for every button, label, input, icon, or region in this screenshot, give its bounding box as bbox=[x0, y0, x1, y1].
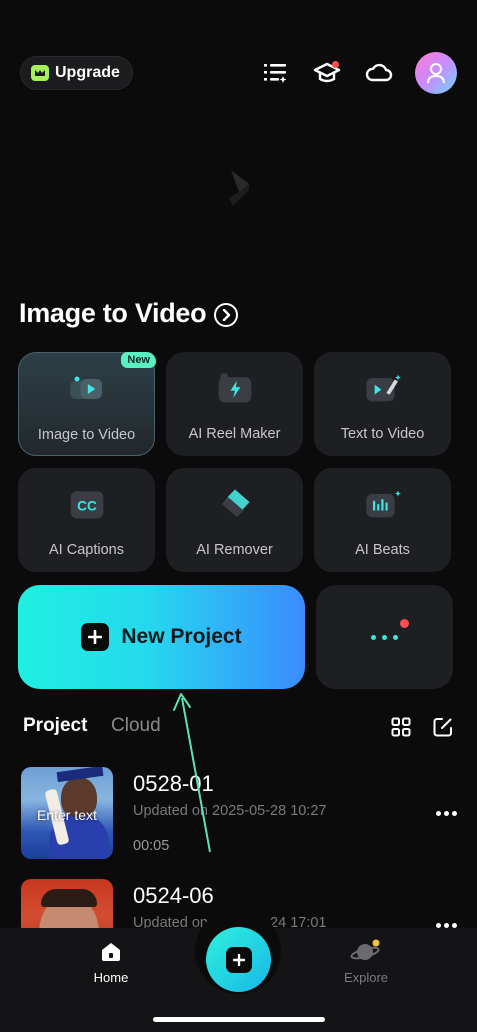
project-title: 0528-01 bbox=[133, 771, 214, 796]
nav-explore[interactable]: Explore bbox=[340, 938, 392, 985]
tool-ai-beats[interactable]: AI Beats bbox=[314, 468, 451, 572]
more-dot bbox=[393, 634, 398, 640]
top-icons bbox=[259, 52, 457, 94]
chevron-right-icon bbox=[214, 302, 239, 327]
more-tools-button[interactable] bbox=[316, 585, 453, 689]
notification-dot bbox=[332, 61, 339, 68]
home-icon bbox=[102, 943, 120, 961]
plus-icon bbox=[81, 623, 110, 651]
svg-text:CC: CC bbox=[77, 498, 97, 513]
section-title[interactable]: Image to Video bbox=[19, 298, 239, 329]
notification-dot bbox=[400, 619, 409, 628]
project-thumbnail: Enter text bbox=[21, 767, 113, 859]
tool-ai-remover[interactable]: AI Remover bbox=[166, 468, 303, 572]
thumbnail-text: Enter text bbox=[37, 807, 97, 823]
beats-icon bbox=[363, 484, 403, 524]
grid-view-icon[interactable] bbox=[391, 717, 411, 742]
new-project-label: New Project bbox=[121, 625, 242, 648]
image-to-video-icon bbox=[67, 369, 107, 409]
plus-icon bbox=[225, 946, 252, 973]
tool-label: AI Remover bbox=[196, 542, 273, 558]
tools-grid: New Image to Video AI Reel Maker Text to… bbox=[18, 352, 452, 572]
nav-home[interactable]: Home bbox=[92, 940, 130, 985]
project-duration: 00:05 bbox=[133, 838, 170, 854]
edit-icon[interactable] bbox=[433, 717, 453, 742]
tool-image-to-video[interactable]: New Image to Video bbox=[18, 352, 156, 456]
app-logo-icon bbox=[225, 168, 255, 208]
project-updated: Updated on 2025-05-28 10:27 bbox=[133, 803, 327, 819]
tool-label: AI Reel Maker bbox=[188, 426, 281, 442]
task-list-icon[interactable] bbox=[259, 57, 291, 89]
graduation-cap-icon[interactable] bbox=[311, 57, 343, 89]
project-tabs: Project Cloud bbox=[23, 715, 453, 741]
tool-text-to-video[interactable]: Text to Video bbox=[314, 352, 451, 456]
eraser-icon bbox=[215, 484, 255, 524]
cloud-icon[interactable] bbox=[363, 57, 395, 89]
tool-label: Text to Video bbox=[340, 426, 425, 442]
upgrade-button[interactable]: Upgrade bbox=[20, 56, 133, 90]
avatar[interactable] bbox=[415, 52, 457, 94]
reel-maker-icon bbox=[215, 368, 255, 408]
top-bar: Upgrade bbox=[20, 52, 457, 94]
more-dot bbox=[371, 634, 376, 640]
captions-icon: CC bbox=[67, 484, 107, 524]
tool-ai-captions[interactable]: CC AI Captions bbox=[18, 468, 155, 572]
tool-label: AI Beats bbox=[355, 542, 410, 558]
tool-ai-reel-maker[interactable]: AI Reel Maker bbox=[166, 352, 303, 456]
nav-explore-label: Explore bbox=[343, 970, 389, 985]
more-options-icon[interactable] bbox=[436, 811, 457, 816]
more-dot bbox=[382, 634, 387, 640]
section-title-text: Image to Video bbox=[19, 298, 207, 328]
planet-icon bbox=[350, 939, 380, 960]
nav-home-label: Home bbox=[93, 970, 129, 985]
crown-icon bbox=[31, 65, 49, 81]
new-project-button[interactable]: New Project bbox=[18, 585, 305, 689]
list-item[interactable]: Enter text 0528-01 Updated on 2025-05-28… bbox=[21, 767, 461, 859]
tool-label: Image to Video bbox=[37, 427, 136, 443]
create-button[interactable] bbox=[206, 927, 271, 992]
project-title: 0524-06 bbox=[133, 883, 214, 908]
new-badge: New bbox=[121, 352, 156, 368]
upgrade-label: Upgrade bbox=[55, 64, 120, 81]
tool-label: AI Captions bbox=[49, 542, 124, 558]
tab-project[interactable]: Project bbox=[23, 715, 87, 737]
text-to-video-icon bbox=[363, 368, 403, 408]
home-indicator bbox=[153, 1017, 325, 1022]
tab-cloud[interactable]: Cloud bbox=[111, 715, 161, 737]
